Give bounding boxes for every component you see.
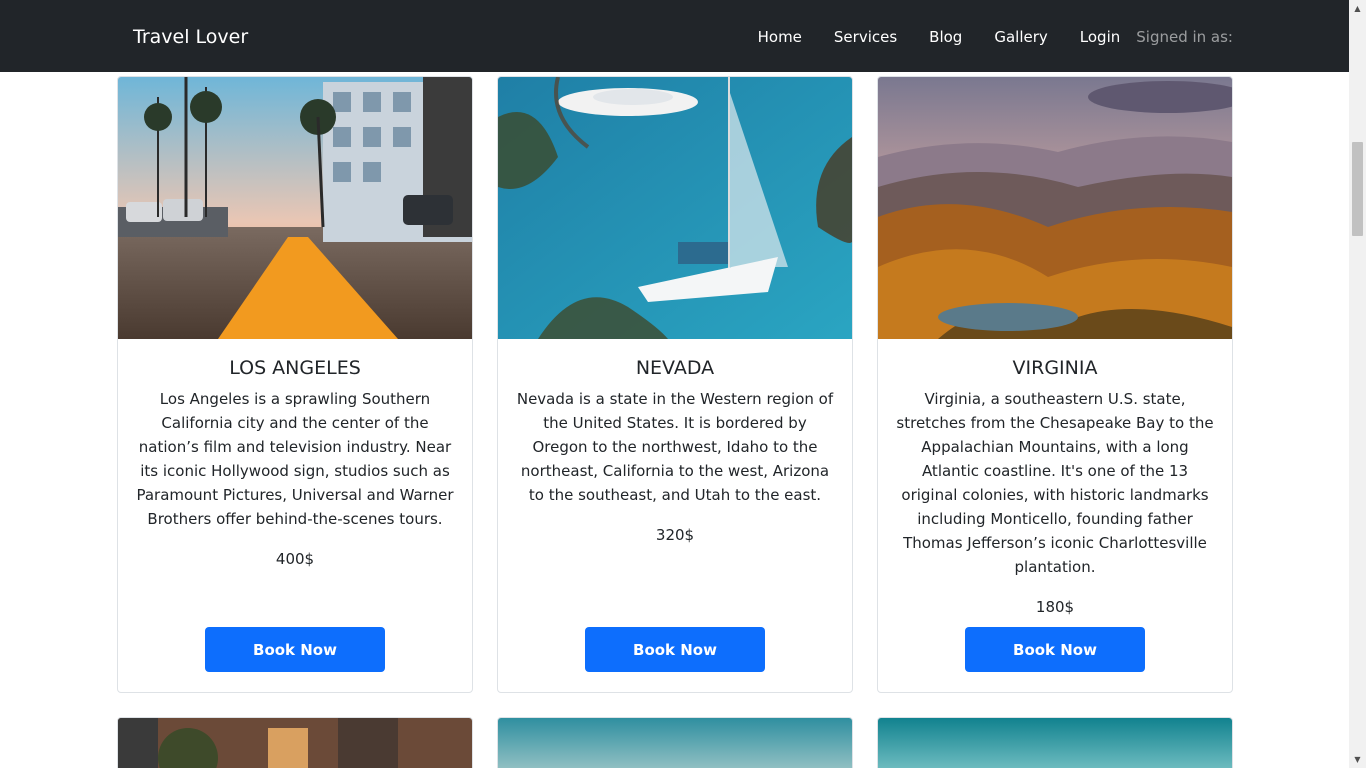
card-price: 180$: [1035, 598, 1075, 616]
card-image-virginia: [878, 77, 1232, 339]
card-body: Los Angeles is a sprawling Southern Cali…: [134, 387, 456, 571]
book-now-button[interactable]: Book Now: [585, 627, 765, 672]
nav-links: Home Services Blog Gallery Login Signed …: [758, 24, 1233, 50]
card-description: Nevada is a state in the Western region …: [516, 390, 834, 504]
card-title: LOS ANGELES: [229, 357, 361, 379]
scroll-down-arrow-icon[interactable]: ▼: [1349, 751, 1366, 768]
scrollbar-thumb[interactable]: [1352, 142, 1363, 236]
book-now-button[interactable]: Book Now: [205, 627, 385, 672]
signed-in-text: Signed in as:: [1136, 28, 1233, 46]
card-title: VIRGINIA: [1012, 357, 1098, 379]
vertical-scrollbar[interactable]: ▲ ▼: [1349, 0, 1366, 768]
card-description: Los Angeles is a sprawling Southern Cali…: [136, 390, 454, 528]
page: Travel Lover Home Services Blog Gallery …: [0, 0, 1349, 768]
card-body: Nevada is a state in the Western region …: [514, 387, 836, 547]
card-image: [878, 718, 1232, 768]
nav-login-link[interactable]: Login: [1080, 24, 1120, 50]
card-row2-3: [877, 717, 1233, 768]
card-image: [498, 718, 852, 768]
card-body: Virginia, a southeastern U.S. state, str…: [894, 387, 1216, 619]
nav-blog-link[interactable]: Blog: [929, 24, 962, 50]
card-image-los-angeles: [118, 77, 472, 339]
card-description: Virginia, a southeastern U.S. state, str…: [896, 390, 1214, 576]
card-row2-1: [117, 717, 473, 768]
nav-gallery-link[interactable]: Gallery: [994, 24, 1047, 50]
book-now-button[interactable]: Book Now: [965, 627, 1145, 672]
nav-home-link[interactable]: Home: [758, 24, 802, 50]
browser-viewport: Travel Lover Home Services Blog Gallery …: [0, 0, 1366, 768]
card-image: [118, 718, 472, 768]
card-row2-2: [497, 717, 853, 768]
scroll-up-arrow-icon[interactable]: ▲: [1349, 0, 1366, 17]
card-price: 320$: [655, 526, 695, 544]
brand-link[interactable]: Travel Lover: [133, 24, 248, 50]
nav-services-link[interactable]: Services: [834, 24, 897, 50]
card-price: 400$: [275, 550, 315, 568]
card-image-nevada: [498, 77, 852, 339]
navbar: Travel Lover Home Services Blog Gallery …: [0, 0, 1349, 72]
card-title: NEVADA: [635, 357, 715, 379]
card-virginia: VIRGINIA Virginia, a southeastern U.S. s…: [877, 76, 1233, 693]
card-los-angeles: LOS ANGELES Los Angeles is a sprawling S…: [117, 76, 473, 693]
card-nevada: NEVADA Nevada is a state in the Western …: [497, 76, 853, 693]
